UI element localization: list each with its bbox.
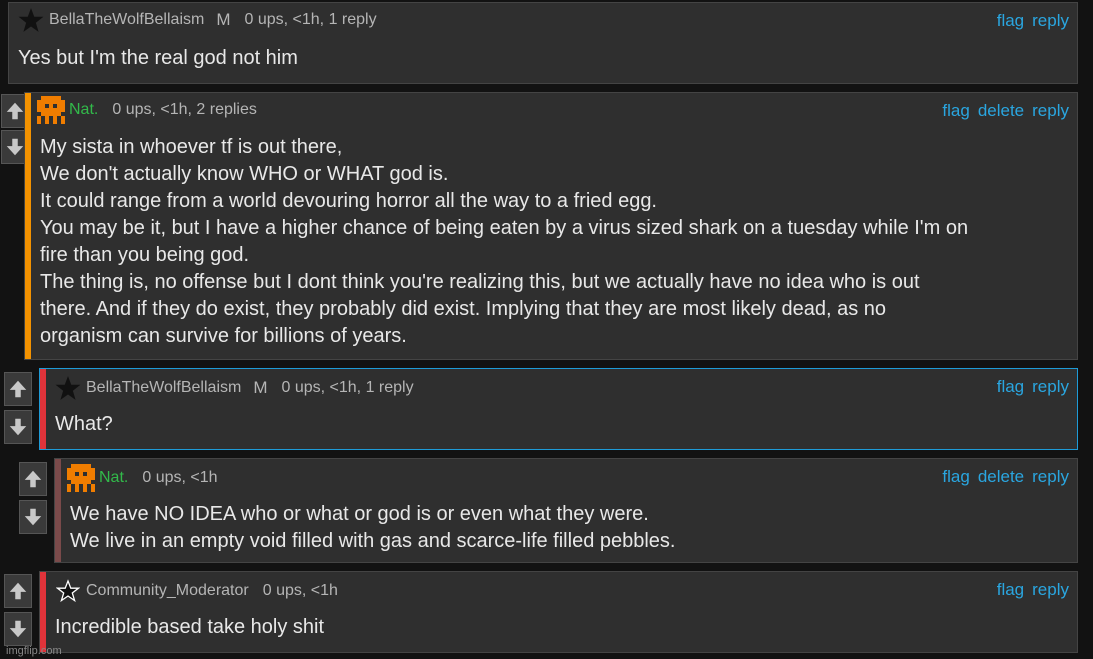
comment-text-line: We live in an empty void filled with gas… [70, 530, 676, 552]
comment-body: Yes but I'm the real god not him [18, 45, 1069, 72]
comment-body: My sista in whoever tf is out there, We … [40, 134, 1069, 350]
reply-link[interactable]: reply [1032, 377, 1069, 397]
comment-text-line: organism can survive for billions of yea… [40, 325, 407, 347]
vote-controls [3, 574, 33, 646]
comment-header: Community_Moderator 0 ups, <1h [54, 574, 1077, 608]
comment-text-line: Yes but I'm the real god not him [18, 47, 298, 69]
thread-bar [40, 572, 46, 652]
comment-actions: flag reply [997, 11, 1069, 31]
comment-actions: flag reply [997, 580, 1069, 600]
flag-link[interactable]: flag [942, 101, 969, 121]
comment-header: BellaTheWolfBellaism M 0 ups, <1h, 1 rep… [17, 3, 1077, 37]
comment-actions: flag delete reply [942, 101, 1069, 121]
arrow-up-icon [9, 380, 27, 398]
username[interactable]: Community_Moderator [86, 582, 249, 600]
comment-header: BellaTheWolfBellaism M 0 ups, <1h, 1 rep… [54, 371, 1077, 405]
arrow-down-icon [9, 418, 27, 436]
reply-link[interactable]: reply [1032, 467, 1069, 487]
outlined-star-avatar-icon[interactable] [54, 577, 82, 605]
username[interactable]: BellaTheWolfBellaism [86, 379, 241, 397]
delete-link[interactable]: delete [978, 101, 1024, 121]
comment-meta: 0 ups, <1h, 2 replies [112, 101, 257, 118]
comment-text-line: What? [55, 413, 113, 435]
comment-text-line: Incredible based take holy shit [55, 616, 325, 638]
reply-link[interactable]: reply [1032, 101, 1069, 121]
username[interactable]: Nat. [69, 101, 98, 119]
thread-bar [55, 459, 61, 562]
flag-link[interactable]: flag [997, 377, 1024, 397]
comment-body: What? [55, 411, 1069, 438]
flag-link[interactable]: flag [942, 467, 969, 487]
downvote-button[interactable] [19, 500, 47, 534]
arrow-down-icon [24, 508, 42, 526]
pixel-robot-avatar-icon[interactable] [37, 96, 65, 124]
arrow-up-icon [6, 102, 24, 120]
mod-badge: M [253, 378, 268, 397]
pixel-robot-avatar-icon[interactable] [67, 464, 95, 492]
reply-link[interactable]: reply [1032, 580, 1069, 600]
comment-1: BellaTheWolfBellaism M 0 ups, <1h, 1 rep… [8, 2, 1078, 84]
username[interactable]: Nat. [99, 469, 128, 487]
thread-bar [25, 93, 31, 359]
flag-link[interactable]: flag [997, 11, 1024, 31]
delete-link[interactable]: delete [978, 467, 1024, 487]
arrow-up-icon [24, 470, 42, 488]
comment-text-line: My sista in whoever tf is out there, [40, 136, 343, 158]
comment-4: Nat. 0 ups, <1h flag delete reply We hav… [54, 458, 1078, 563]
upvote-button[interactable] [4, 574, 32, 608]
comment-body: We have NO IDEA who or what or god is or… [70, 501, 1069, 555]
comment-meta: 0 ups, <1h [262, 582, 338, 599]
watermark: imgflip.com [6, 645, 62, 657]
comment-actions: flag delete reply [942, 467, 1069, 487]
star-avatar-icon[interactable] [54, 374, 82, 402]
username[interactable]: BellaTheWolfBellaism [49, 11, 204, 29]
comment-text-line: You may be it, but I have a higher chanc… [40, 217, 969, 239]
comment-3: BellaTheWolfBellaism M 0 ups, <1h, 1 rep… [39, 368, 1078, 450]
upvote-button[interactable] [4, 372, 32, 406]
reply-link[interactable]: reply [1032, 11, 1069, 31]
comment-text-line: It could range from a world devouring ho… [40, 190, 657, 212]
arrow-up-icon [9, 582, 27, 600]
comment-text-line: fire than you being god. [40, 244, 250, 266]
downvote-button[interactable] [4, 410, 32, 444]
upvote-button[interactable] [19, 462, 47, 496]
mod-badge: M [216, 10, 231, 29]
arrow-down-icon [9, 620, 27, 638]
comment-meta: 0 ups, <1h [142, 469, 218, 486]
downvote-button[interactable] [4, 612, 32, 646]
arrow-down-icon [6, 138, 24, 156]
comment-text-line: there. And if they do exist, they probab… [40, 298, 887, 320]
comment-text-line: We have NO IDEA who or what or god is or… [70, 503, 649, 525]
comment-meta: 0 ups, <1h, 1 reply [281, 379, 414, 396]
comment-2: Nat. 0 ups, <1h, 2 replies flag delete r… [24, 92, 1078, 360]
star-avatar-icon[interactable] [17, 6, 45, 34]
comment-actions: flag reply [997, 377, 1069, 397]
comment-text-line: The thing is, no offense but I dont thin… [40, 271, 920, 293]
thread-bar [40, 369, 46, 449]
vote-controls [18, 462, 48, 534]
comment-header: Nat. 0 ups, <1h, 2 replies [37, 93, 1077, 127]
comment-meta: 0 ups, <1h, 1 reply [244, 11, 377, 28]
comment-5: Community_Moderator 0 ups, <1h flag repl… [39, 571, 1078, 653]
vote-controls [3, 372, 33, 444]
comment-body: Incredible based take holy shit [55, 614, 1069, 641]
comment-text-line: We don't actually know WHO or WHAT god i… [40, 163, 449, 185]
flag-link[interactable]: flag [997, 580, 1024, 600]
comment-header: Nat. 0 ups, <1h [67, 461, 1077, 495]
